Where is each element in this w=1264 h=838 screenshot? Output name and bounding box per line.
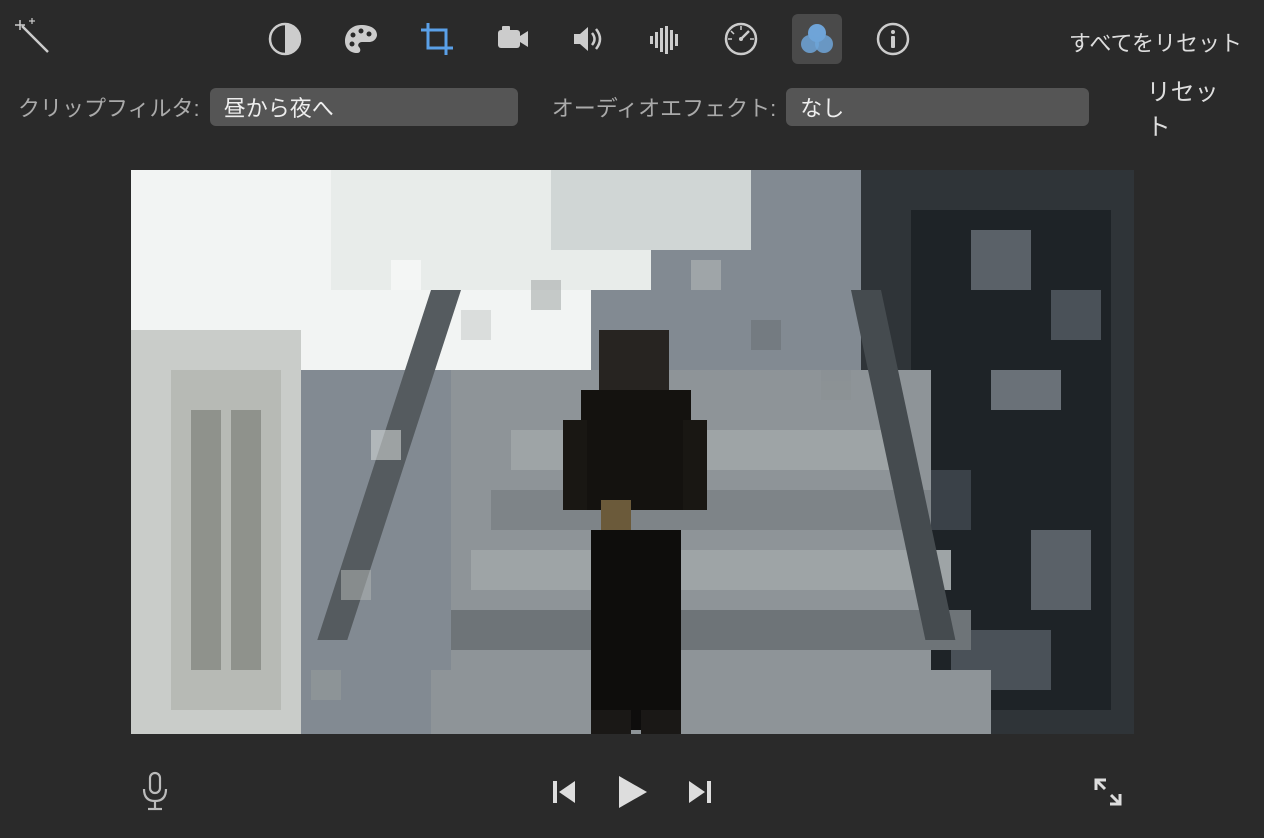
gauge-icon (724, 22, 758, 56)
tool-icons-group (260, 14, 918, 64)
camera-icon (496, 24, 530, 54)
skip-back-button[interactable] (551, 778, 579, 806)
equalizer-icon (648, 24, 682, 54)
color-correction-button[interactable] (336, 14, 386, 64)
inspector-toolbar: すべてをリセット (0, 0, 1264, 78)
microphone-icon (140, 771, 170, 813)
magic-wand-button[interactable] (14, 18, 54, 58)
play-button[interactable] (613, 773, 651, 811)
skip-back-icon (551, 778, 579, 806)
preview-image (131, 170, 1134, 734)
reset-button[interactable]: リセット (1147, 72, 1238, 142)
filter-row: クリップフィルタ: 昼から夜へ オーディオエフェクト: なし リセット (0, 78, 1264, 136)
crop-button[interactable] (412, 14, 462, 64)
expand-icon (1092, 776, 1124, 808)
audio-effect-label: オーディオエフェクト: (552, 91, 777, 123)
skip-forward-icon (685, 778, 713, 806)
speed-button[interactable] (716, 14, 766, 64)
playback-controls (551, 773, 713, 811)
clip-filter-value: 昼から夜へ (224, 91, 334, 123)
reset-all-button[interactable]: すべてをリセット (1069, 26, 1242, 58)
audio-effect-value: なし (800, 91, 844, 123)
playback-bar (0, 762, 1264, 822)
color-palette-icon (343, 23, 379, 55)
color-balance-icon (268, 22, 302, 56)
overlap-circles-icon (799, 23, 835, 55)
color-balance-button[interactable] (260, 14, 310, 64)
clip-filter-dropdown[interactable]: 昼から夜へ (210, 88, 518, 126)
clip-filter-label: クリップフィルタ: (18, 91, 200, 123)
stabilization-button[interactable] (488, 14, 538, 64)
info-icon (876, 22, 910, 56)
magic-wand-icon (14, 18, 54, 58)
noise-reduction-button[interactable] (640, 14, 690, 64)
audio-effect-dropdown[interactable]: なし (786, 88, 1088, 126)
crop-icon (419, 21, 455, 57)
info-button[interactable] (868, 14, 918, 64)
fullscreen-button[interactable] (1092, 776, 1124, 808)
volume-button[interactable] (564, 14, 614, 64)
skip-forward-button[interactable] (685, 778, 713, 806)
voiceover-record-button[interactable] (140, 771, 170, 813)
preview-area (0, 136, 1264, 734)
play-icon (613, 773, 651, 811)
speaker-icon (572, 24, 606, 54)
filter-button[interactable] (792, 14, 842, 64)
video-preview[interactable] (131, 170, 1134, 734)
